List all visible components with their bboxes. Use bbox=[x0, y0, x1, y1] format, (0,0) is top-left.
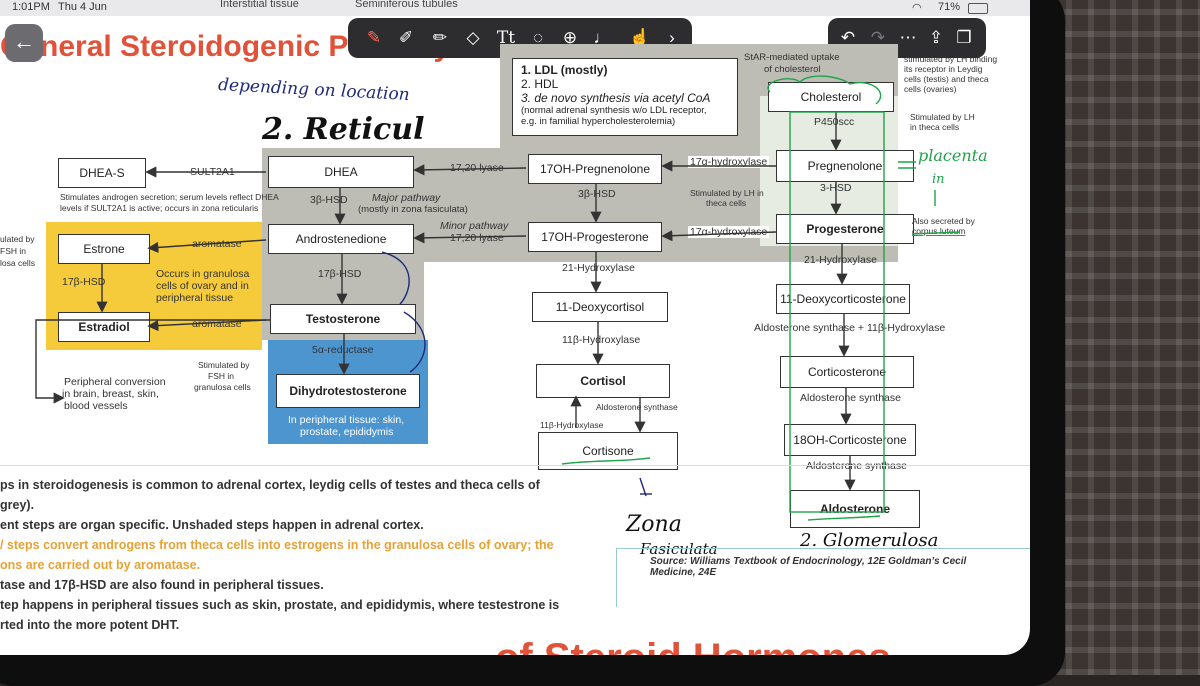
handwriting-placenta: placenta bbox=[918, 146, 988, 165]
handwriting-zona: Zona bbox=[626, 512, 682, 537]
tablet-screen: 1:01PM Thu 4 Jun ◠ 71% Interstitial tiss… bbox=[0, 0, 1030, 655]
notes-divider bbox=[0, 465, 1030, 466]
handwriting-in: in bbox=[932, 172, 945, 187]
note-line-3: ent steps are organ specific. Unshaded s… bbox=[0, 518, 424, 532]
note-line-8: rted into the more potent DHT. bbox=[0, 618, 180, 632]
source-citation: Source: Williams Textbook of Endocrinolo… bbox=[650, 556, 967, 578]
note-line-2: grey). bbox=[0, 498, 35, 512]
note-line-6: tase and 17β-HSD are also found in perip… bbox=[0, 578, 324, 592]
handwriting-reticul: 2. Reticul bbox=[262, 112, 425, 147]
handwritten-green-marks bbox=[561, 75, 961, 521]
handwritten-arrows bbox=[381, 251, 652, 497]
arrow-lines bbox=[35, 112, 856, 491]
note-line-1: ps in steroidogenesis is common to adren… bbox=[0, 478, 540, 492]
tablet-bezel: 1:01PM Thu 4 Jun ◠ 71% Interstitial tiss… bbox=[0, 0, 1065, 686]
next-section-title: of Steroid Hormones bbox=[495, 636, 891, 655]
note-line-7: tep happens in peripheral tissues such a… bbox=[0, 598, 560, 612]
note-line-4: / steps convert androgens from theca cel… bbox=[0, 538, 554, 552]
note-line-5: ons are carried out by aromatase. bbox=[0, 558, 201, 572]
